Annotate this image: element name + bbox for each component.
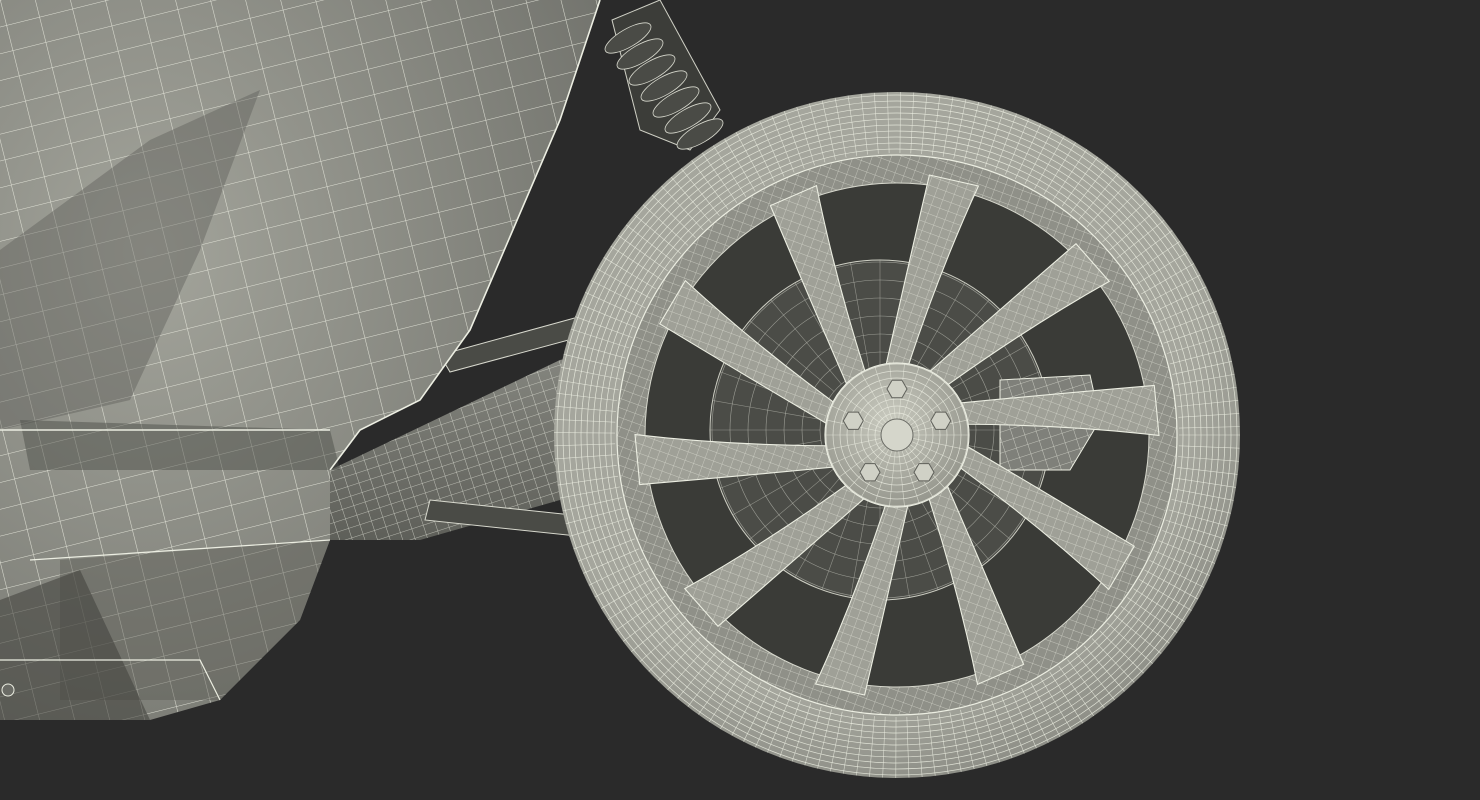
wireframe-render	[0, 0, 1240, 778]
lug-nut	[842, 411, 864, 430]
wheel	[554, 92, 1240, 778]
center-cap	[880, 418, 914, 452]
shock-absorber	[604, 0, 724, 151]
fender-body-mesh	[0, 0, 601, 720]
lug-nut	[886, 379, 908, 399]
lug-nut	[859, 463, 881, 482]
viewport	[0, 0, 1480, 800]
lug-nut	[930, 411, 952, 430]
lug-nut	[913, 463, 935, 482]
